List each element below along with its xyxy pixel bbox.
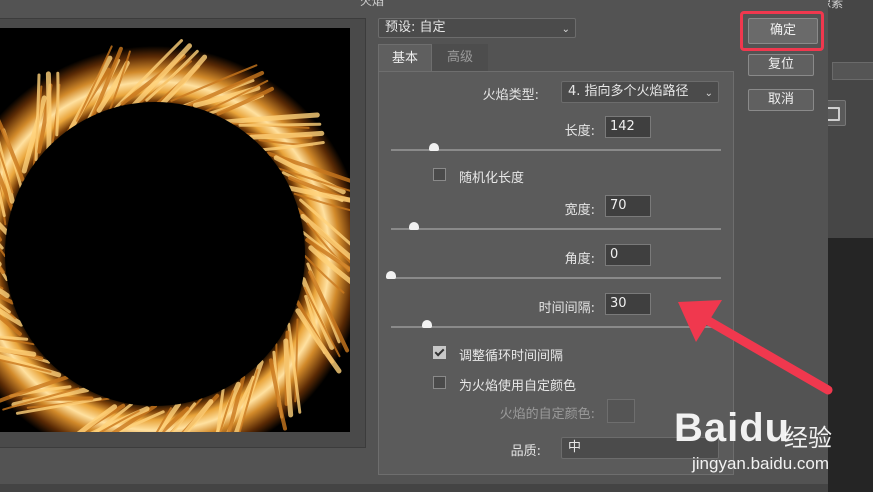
watermark-brand: Baidu <box>674 406 791 450</box>
interval-label: 时间间隔: <box>538 301 595 316</box>
tab-bar: 基本 高级 <box>378 44 734 72</box>
flame-ring-image <box>0 28 350 432</box>
interval-input[interactable]: 30 <box>605 293 651 315</box>
flame-type-select[interactable]: 4. 指向多个火焰路径 ⌄ <box>561 81 719 103</box>
adjust-loop-checkbox[interactable] <box>433 346 446 359</box>
width-slider[interactable] <box>391 228 721 230</box>
angle-slider[interactable] <box>391 277 721 279</box>
length-slider[interactable] <box>391 149 721 151</box>
quality-label: 品质: <box>510 444 541 459</box>
tab-advanced[interactable]: 高级 <box>432 44 488 72</box>
randomize-length-label: 随机化长度 <box>459 171 525 186</box>
length-input[interactable]: 142 <box>605 116 651 138</box>
app-input-field[interactable] <box>832 62 873 80</box>
width-label: 宽度: <box>564 203 595 218</box>
flame-wisp <box>45 71 52 153</box>
flame-wisp <box>238 122 322 127</box>
flame-type-label: 火焰类型: <box>482 88 539 103</box>
flame-color-swatch[interactable] <box>607 399 635 423</box>
cancel-button[interactable]: 取消 <box>748 89 814 111</box>
baidu-watermark: Baidu 经验 jingyan.baidu.com <box>668 394 873 492</box>
randomize-length-checkbox[interactable] <box>433 168 446 181</box>
angle-label: 角度: <box>564 252 595 267</box>
angle-input[interactable]: 0 <box>605 244 651 266</box>
custom-color-checkbox[interactable] <box>433 376 446 389</box>
width-input[interactable]: 70 <box>605 195 651 217</box>
flame-preview[interactable] <box>0 28 350 432</box>
flame-wisp <box>55 71 60 137</box>
dialog-title: 火焰 <box>360 0 385 8</box>
preset-label: 预设: 自定 <box>385 20 446 35</box>
adjust-loop-label: 调整循环时间间隔 <box>459 349 564 364</box>
chevron-down-icon: ⌄ <box>704 88 713 99</box>
reset-button[interactable]: 复位 <box>748 54 814 76</box>
flame-type-value: 4. 指向多个火焰路径 <box>568 84 689 99</box>
chevron-down-icon: ⌄ <box>561 24 570 35</box>
flame-custom-color-label: 火焰的自定颜色: <box>499 407 595 422</box>
ok-button-highlight <box>740 11 824 51</box>
tab-basic[interactable]: 基本 <box>378 44 432 72</box>
quality-value: 中 <box>568 440 582 455</box>
watermark-brand-cn: 经验 <box>784 424 832 452</box>
watermark-url: jingyan.baidu.com <box>692 454 830 473</box>
preset-select[interactable]: 预设: 自定 ⌄ <box>378 18 576 38</box>
custom-color-label: 为火焰使用自定颜色 <box>459 379 577 394</box>
length-label: 长度: <box>564 124 595 139</box>
